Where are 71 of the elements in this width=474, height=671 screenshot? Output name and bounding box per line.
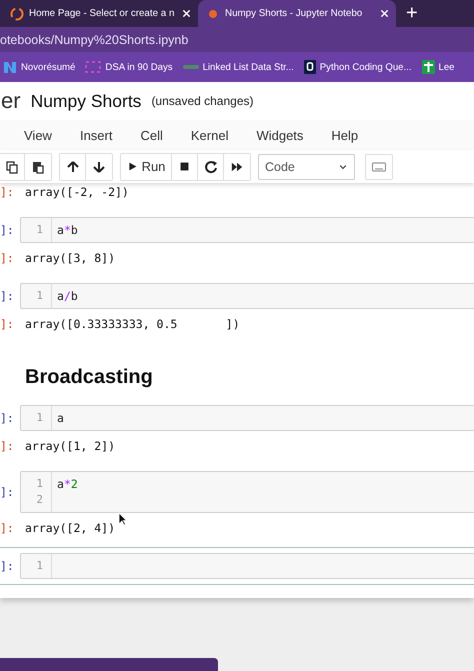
- fast-forward-icon: [231, 160, 243, 172]
- move-up-button[interactable]: [60, 154, 86, 180]
- up-arrow-icon: [66, 160, 80, 174]
- copy-icon: [4, 160, 18, 174]
- output-text: array([2, 4]): [25, 520, 116, 537]
- output-prompt: ]:: [0, 317, 15, 331]
- clipboard-icon: [31, 160, 45, 174]
- cell-type-select[interactable]: Code: [258, 154, 355, 180]
- down-arrow-icon: [92, 160, 106, 174]
- new-tab-button[interactable]: +: [406, 2, 418, 25]
- copy-button[interactable]: [0, 154, 25, 180]
- mouse-cursor-icon: [118, 512, 127, 526]
- line-number: 1: [35, 288, 44, 304]
- browser-tab[interactable]: Numpy Shorts - Jupyter Notebo: [198, 0, 396, 27]
- output-prompt: ]:: [0, 439, 15, 453]
- bookmark[interactable]: Python Coding Que...: [304, 60, 412, 74]
- output-prompt: ]:: [0, 521, 15, 535]
- logo-text[interactable]: er: [1, 88, 21, 114]
- code-cell[interactable]: 1 a: [20, 405, 474, 431]
- menu-item[interactable]: Help: [317, 128, 372, 142]
- browser-tab[interactable]: Home Page - Select or create a n: [0, 0, 198, 27]
- output-text: array([1, 2]): [25, 438, 116, 455]
- keyboard-button[interactable]: [365, 154, 393, 180]
- input-prompt: ]:: [0, 223, 15, 237]
- save-status: (unsaved changes): [151, 94, 254, 108]
- bookmark[interactable]: DSA in 90 Days: [85, 61, 173, 73]
- output-prompt: ]:: [0, 185, 15, 199]
- stop-icon: [179, 161, 190, 172]
- output-text: array([0.33333333, 0.5 ]): [25, 316, 240, 333]
- keyboard-icon: [372, 160, 386, 174]
- line-number: 1: [35, 558, 44, 574]
- input-prompt: ]:: [0, 559, 15, 573]
- line-number: 1: [35, 222, 44, 238]
- output-text: array([-2, -2]): [25, 184, 129, 201]
- code-cell[interactable]: 1 a*b: [20, 217, 474, 243]
- line-number: 1: [35, 476, 44, 492]
- restart-icon: [204, 160, 218, 174]
- code-line: a/b: [57, 288, 78, 304]
- plus-icon: [422, 60, 435, 74]
- bookmark[interactable]: Novorésumé: [3, 60, 76, 74]
- input-prompt: ]:: [0, 411, 15, 425]
- code-cell[interactable]: 1 2 a*2: [20, 471, 474, 513]
- bar-icon: [182, 64, 199, 70]
- notebook-title[interactable]: Numpy Shorts: [30, 90, 142, 112]
- dot-icon: [208, 8, 220, 18]
- input-prompt: ]:: [0, 485, 15, 499]
- line-number: 2: [35, 492, 44, 508]
- letter-mark-icon: [3, 60, 17, 74]
- close-icon: [379, 8, 390, 19]
- code-line: a*2: [57, 476, 78, 492]
- code-line: a*b: [57, 222, 78, 238]
- input-prompt: ]:: [0, 289, 15, 303]
- section-heading: Broadcasting: [25, 365, 154, 390]
- ring-icon: [10, 6, 24, 20]
- menu-item[interactable]: Kernel: [176, 128, 242, 142]
- run-button[interactable]: Run: [121, 154, 172, 180]
- menu-item[interactable]: Widgets: [242, 128, 318, 142]
- output-prompt: ]:: [0, 251, 15, 265]
- code-line: a: [57, 410, 64, 426]
- menu-item[interactable]: Insert: [66, 128, 126, 142]
- bookmark[interactable]: Linked List Data Str...: [182, 62, 294, 72]
- line-number: 1: [35, 410, 44, 426]
- bookmark[interactable]: Lee: [422, 60, 455, 74]
- menu-item[interactable]: Cell: [126, 128, 177, 142]
- close-icon: [181, 8, 192, 19]
- dashed-box-icon: [85, 61, 102, 73]
- output-text: array([3, 8]): [25, 250, 116, 267]
- play-icon: [126, 161, 138, 172]
- dark-square-icon: [304, 60, 316, 74]
- code-cell[interactable]: 1 a/b: [20, 283, 474, 309]
- menu-item[interactable]: View: [10, 128, 66, 142]
